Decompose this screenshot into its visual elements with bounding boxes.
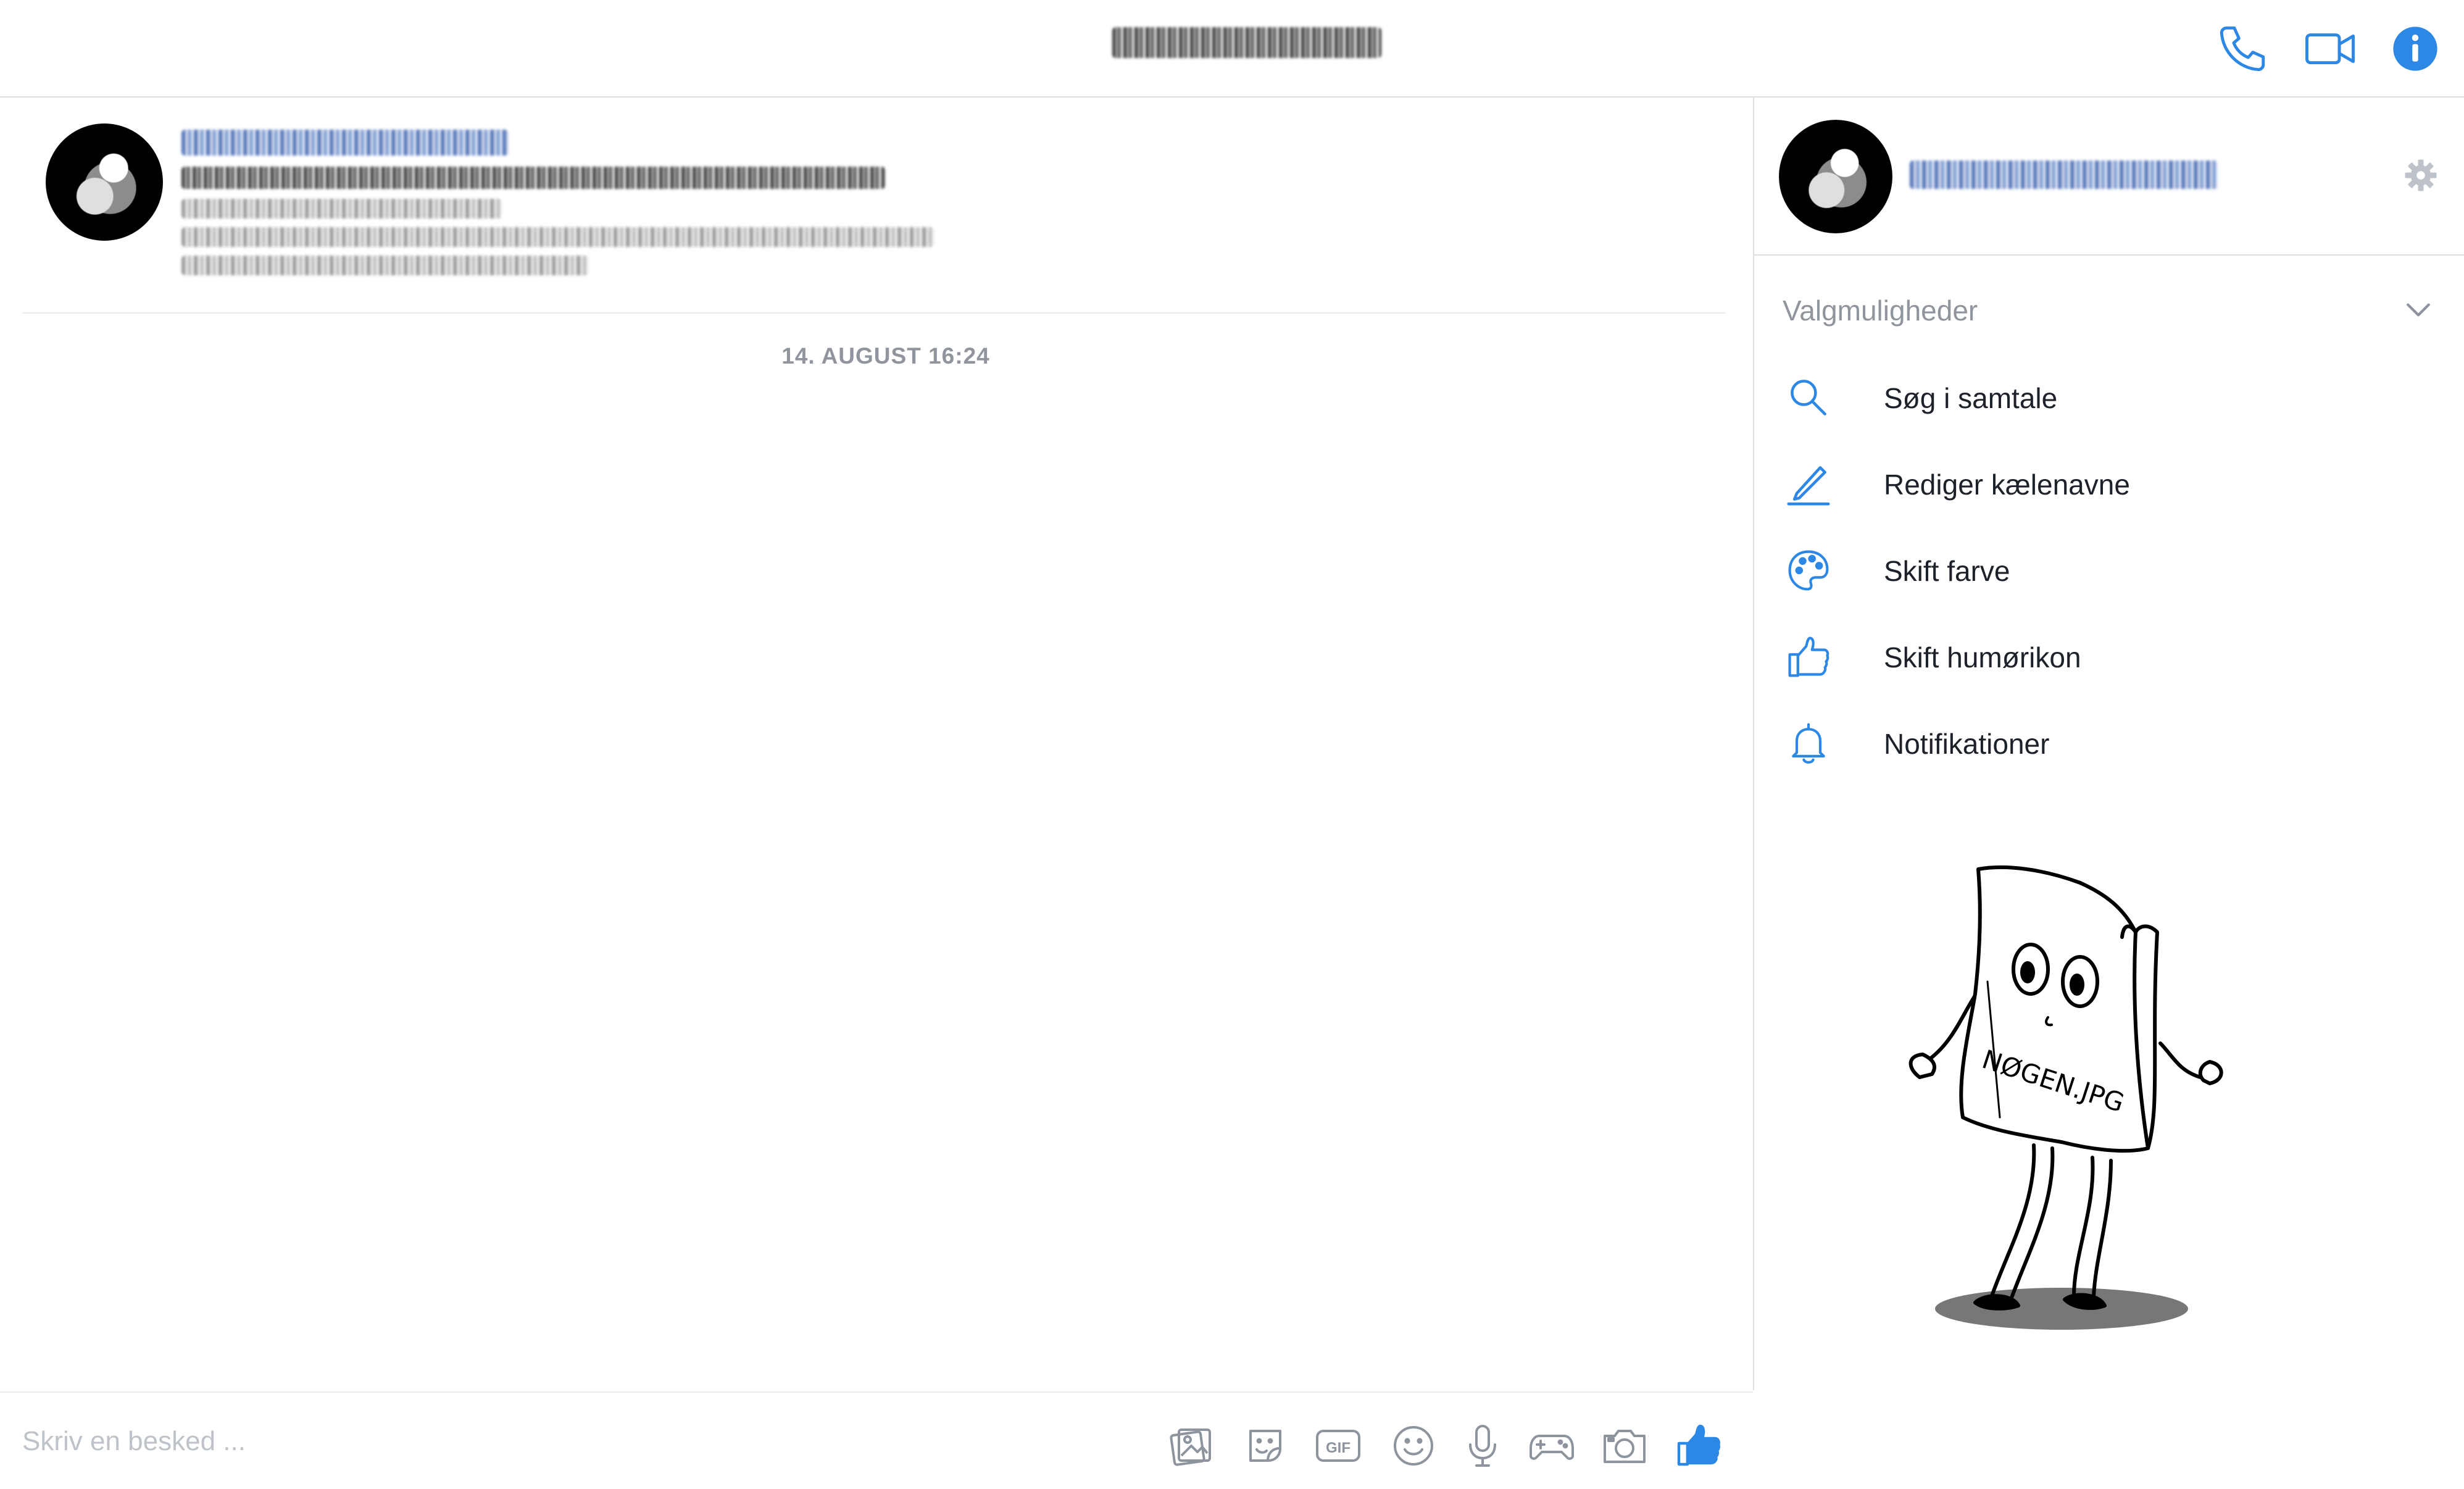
conversation-title-redacted	[1112, 27, 1381, 58]
search-icon	[1785, 374, 1832, 421]
palette-icon	[1785, 547, 1832, 594]
option-label: Rediger kælenavne	[1884, 469, 2130, 501]
options-section-header[interactable]: Valgmuligheder	[1783, 283, 2437, 338]
conversation-header	[0, 0, 2464, 98]
camera-icon[interactable]	[1600, 1421, 1649, 1470]
photo-icon[interactable]	[1167, 1421, 1216, 1470]
chevron-down-icon[interactable]	[2401, 293, 2436, 327]
option-search-conversation[interactable]: Søg i samtale	[1785, 361, 2433, 435]
emoji-icon[interactable]	[1389, 1421, 1438, 1470]
option-label: Skift humørikon	[1884, 641, 2081, 674]
contact-name-redacted[interactable]	[1910, 161, 2218, 189]
panel-header	[1754, 98, 2464, 256]
game-controller-icon[interactable]	[1527, 1421, 1576, 1470]
gif-label: GIF	[1326, 1440, 1351, 1456]
options-title: Valgmuligheder	[1783, 294, 1978, 327]
option-edit-nicknames[interactable]: Rediger kælenavne	[1785, 447, 2433, 521]
thumbs-up-icon	[1785, 633, 1832, 680]
option-label: Skift farve	[1884, 555, 2010, 587]
contact-avatar[interactable]	[46, 123, 163, 241]
contact-detail-redacted	[181, 227, 934, 247]
message-timestamp: 14. AUGUST 16:24	[781, 343, 990, 369]
pencil-icon	[1785, 461, 1832, 507]
bell-icon	[1785, 720, 1832, 767]
nogen-jpg-illustration: NØGEN.JPG	[1889, 858, 2259, 1352]
contact-subtitle-redacted	[181, 167, 885, 189]
message-input[interactable]	[21, 1422, 949, 1461]
chat-panel: 14. AUGUST 16:24 GIF	[0, 98, 1754, 1489]
option-change-emoji[interactable]: Skift humørikon	[1785, 620, 2433, 694]
info-icon[interactable]	[2387, 21, 2443, 77]
gear-icon[interactable]	[2402, 157, 2439, 194]
like-icon[interactable]	[1674, 1421, 1723, 1470]
contact-card	[22, 98, 1726, 314]
contact-detail-redacted	[181, 256, 589, 275]
contact-name-redacted[interactable]	[181, 130, 509, 156]
phone-icon[interactable]	[2215, 21, 2270, 77]
video-camera-icon[interactable]	[2302, 21, 2358, 77]
contact-detail-redacted	[181, 199, 502, 219]
sticker-icon[interactable]	[1241, 1421, 1290, 1470]
message-composer: GIF	[0, 1391, 1753, 1489]
microphone-icon[interactable]	[1458, 1421, 1507, 1470]
option-notifications[interactable]: Notifikationer	[1785, 706, 2433, 780]
gif-icon[interactable]: GIF	[1313, 1421, 1363, 1470]
contact-avatar[interactable]	[1779, 120, 1892, 233]
option-label: Notifikationer	[1884, 728, 2050, 760]
option-change-color[interactable]: Skift farve	[1785, 533, 2433, 607]
option-label: Søg i samtale	[1884, 382, 2058, 414]
